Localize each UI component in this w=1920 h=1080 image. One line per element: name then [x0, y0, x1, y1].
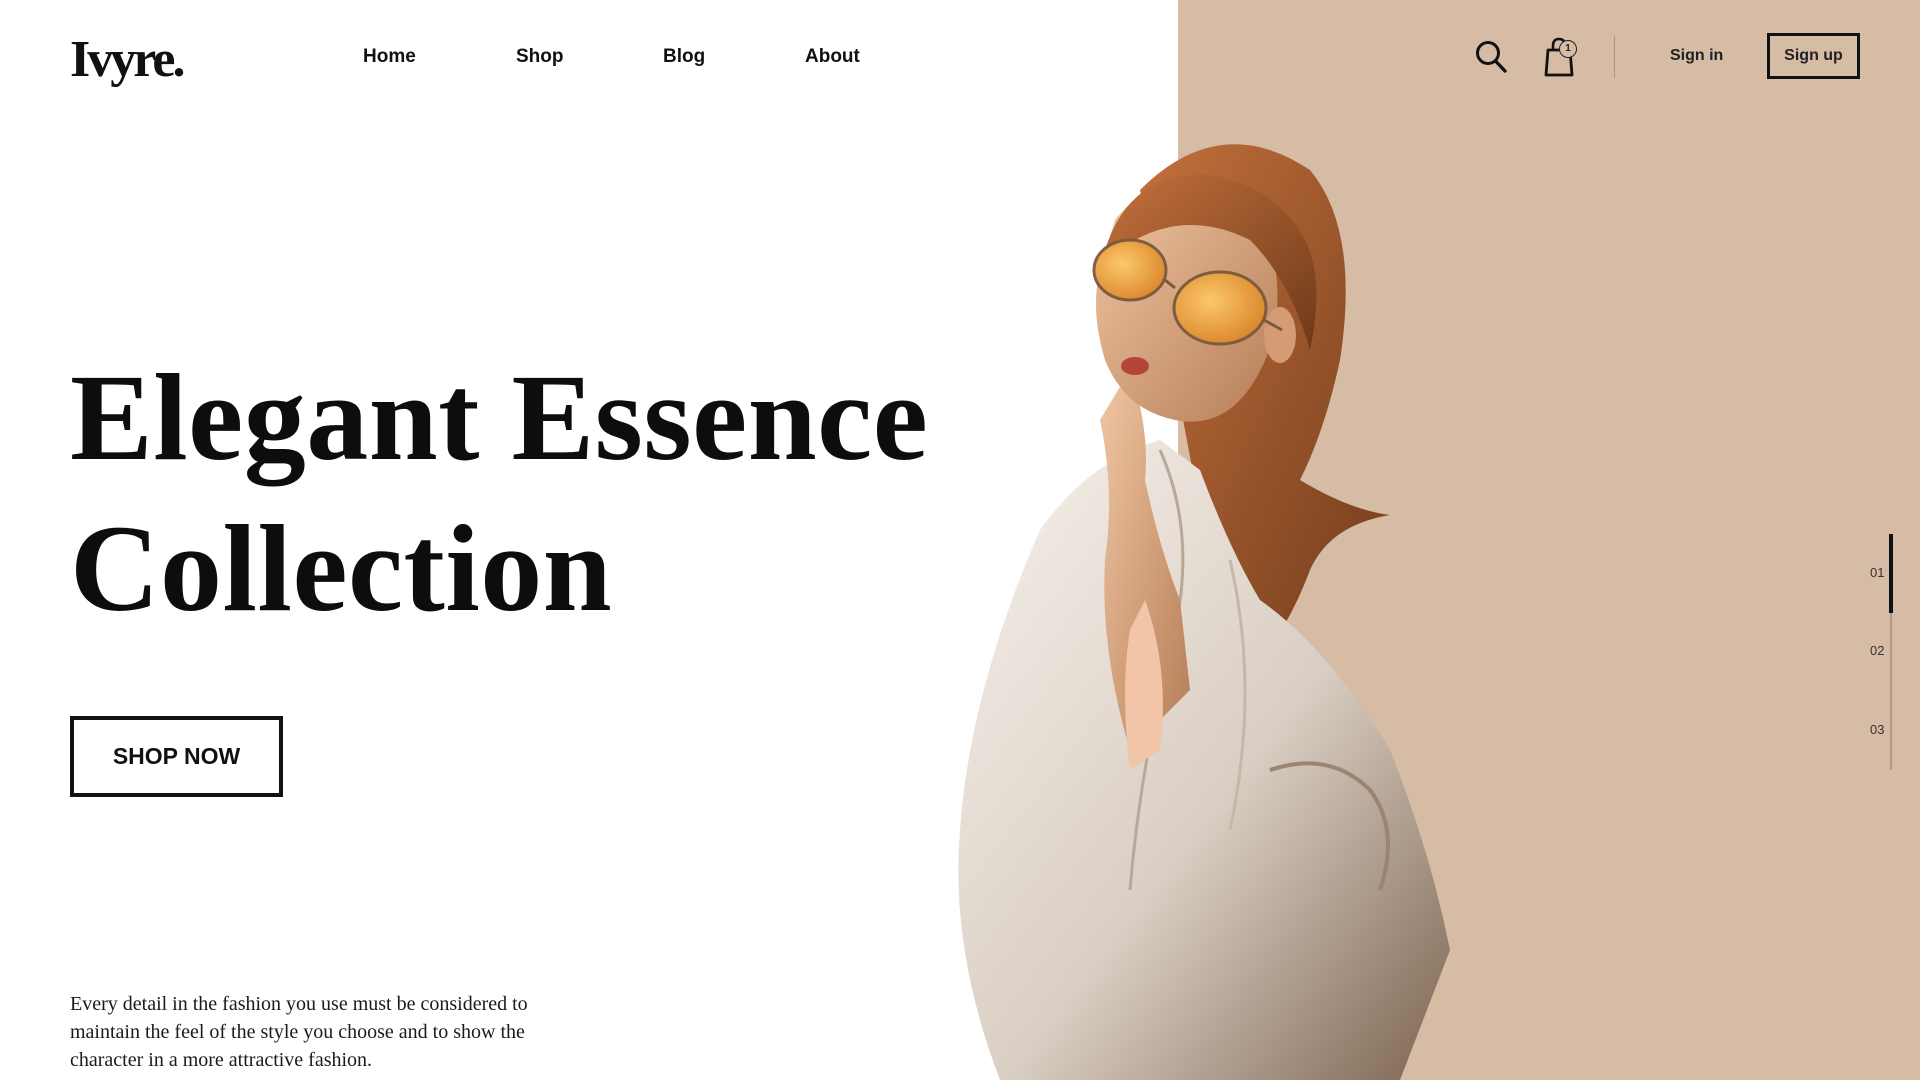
slide-number-2[interactable]: 02	[1870, 643, 1884, 658]
nav-home[interactable]: Home	[363, 46, 416, 68]
hero-title: Elegant Essence Collection	[70, 342, 928, 644]
shop-now-button[interactable]: SHOP NOW	[70, 716, 283, 797]
hero-title-line-1: Elegant Essence	[70, 349, 929, 486]
header-divider	[1614, 36, 1615, 78]
hero-title-line-2: Collection	[70, 500, 613, 637]
nav-about[interactable]: About	[805, 46, 860, 68]
slide-number-3[interactable]: 03	[1870, 722, 1884, 737]
brand-logo[interactable]: Ivyre.	[70, 30, 185, 89]
cart-count-badge: 1	[1559, 40, 1577, 58]
sign-up-button[interactable]: Sign up	[1767, 33, 1860, 79]
hero-description: Every detail in the fashion you use must…	[70, 993, 528, 1071]
nav-shop[interactable]: Shop	[516, 46, 564, 68]
hero-model-image	[930, 130, 1550, 1080]
search-icon[interactable]	[1474, 38, 1510, 76]
nav-blog[interactable]: Blog	[663, 46, 705, 68]
sign-in-link[interactable]: Sign in	[1670, 47, 1723, 65]
slide-number-1[interactable]: 01	[1870, 565, 1884, 580]
slide-indicator-active	[1889, 534, 1893, 613]
